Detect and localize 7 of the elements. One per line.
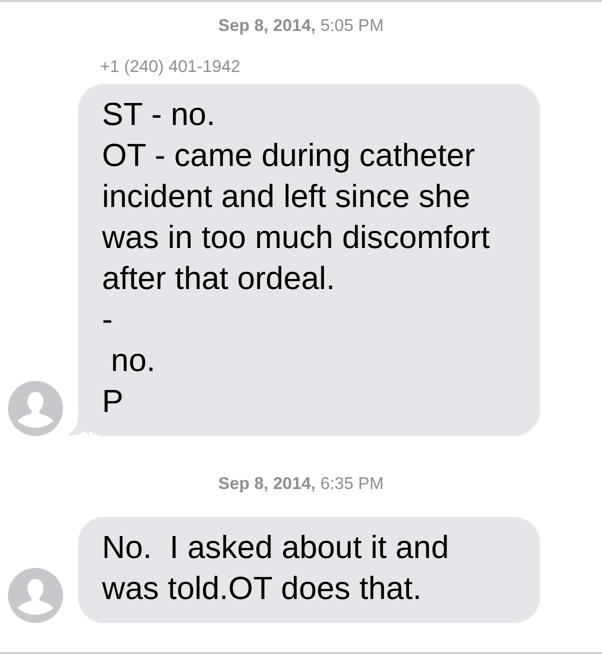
message-bubble: ST - no. OT - came during catheter incident and left since she was in too much discomfort after that ordeal. - no. P: [78, 84, 540, 436]
message-bubble: No. I asked about it and was told.OT does that.: [78, 517, 540, 623]
timestamp: Sep 8, 2014, 5:05 PM: [218, 16, 384, 36]
timestamp: Sep 8, 2014, 6:35 PM: [218, 474, 384, 494]
sender-name: +1 (240) 401-1942: [100, 57, 240, 77]
avatar-icon: [8, 381, 63, 436]
avatar-icon: [8, 568, 63, 623]
